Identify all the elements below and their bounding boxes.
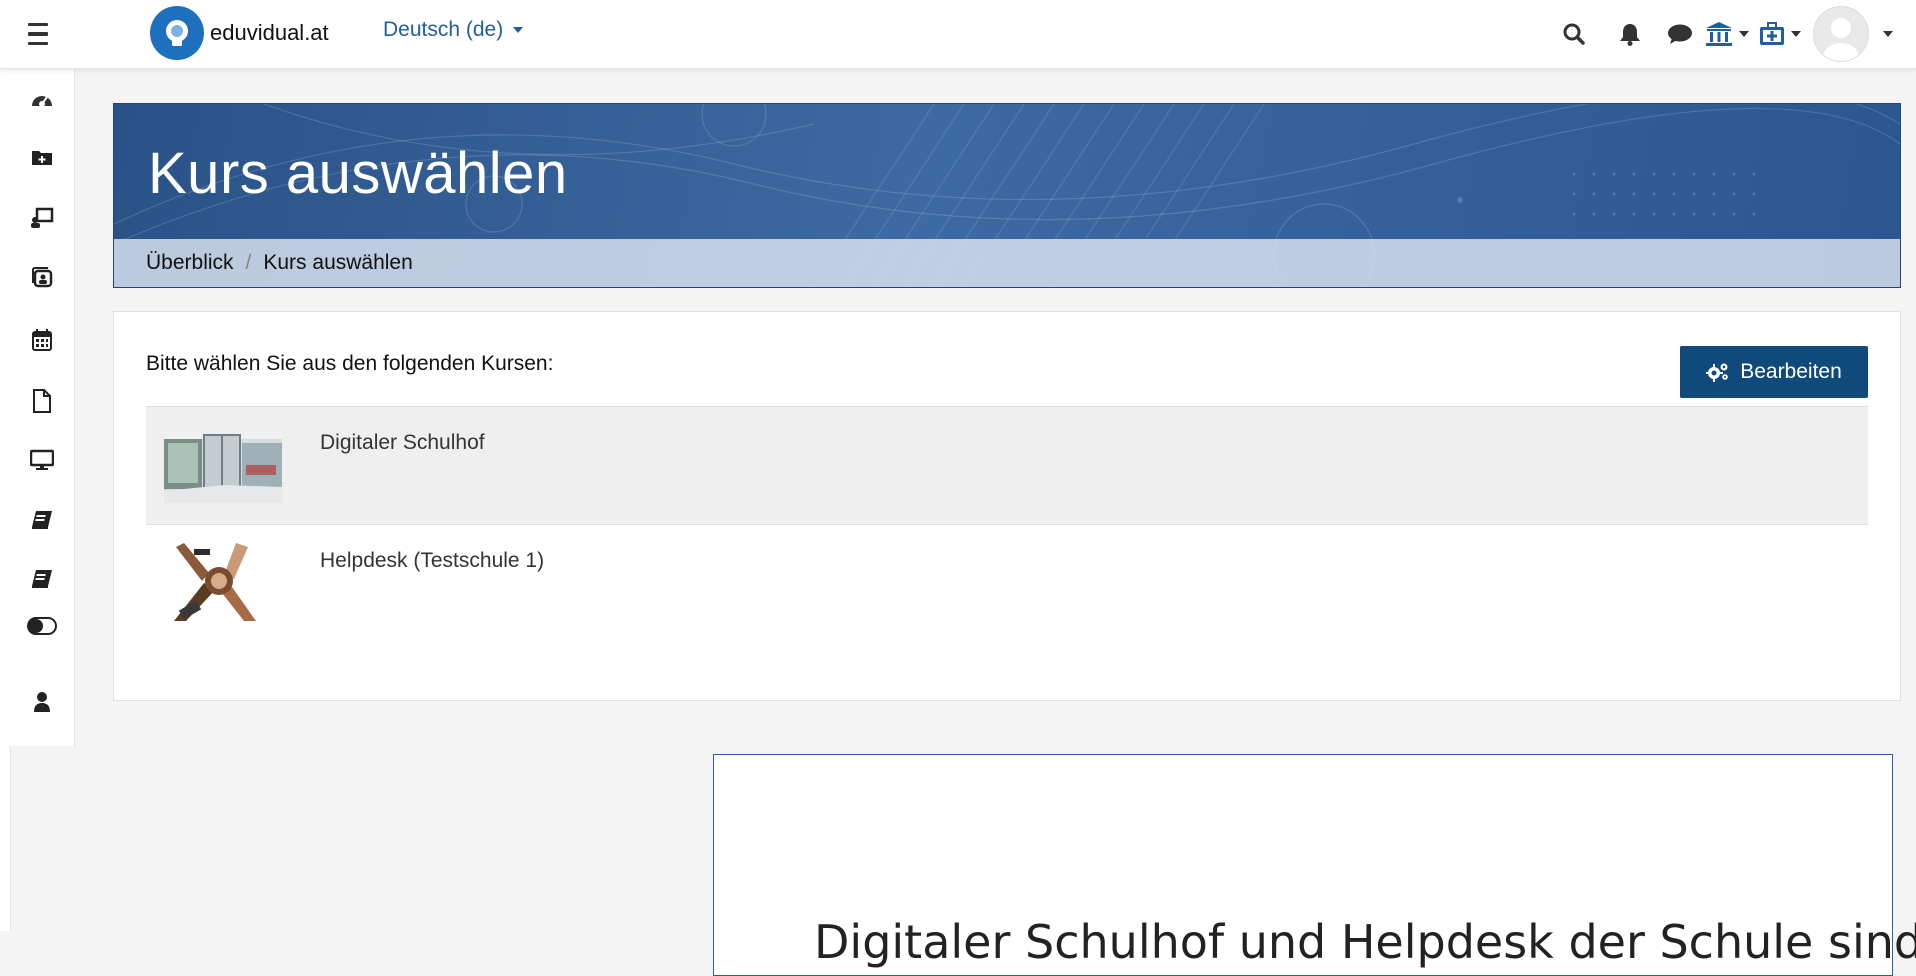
intro-text: Bitte wählen Sie aus den folgenden Kurse… [146,352,554,375]
book-icon[interactable] [26,565,58,593]
brand-name: eduvidual.at [210,20,329,45]
chevron-down-icon [513,27,524,33]
avatar [1813,6,1869,62]
course-selection-card: Bitte wählen Sie aus den folgenden Kurse… [113,311,1901,701]
desktop-icon[interactable] [26,446,58,474]
course-image [164,543,282,621]
user-icon[interactable] [26,688,58,716]
edit-button[interactable]: Bearbeiten [1680,346,1868,398]
dashboard-icon[interactable] [26,86,58,114]
book-icon[interactable] [26,506,58,534]
breadcrumb-item-current[interactable]: Kurs auswählen [263,251,412,275]
user-menu[interactable] [1808,6,1916,62]
brand-logo-link[interactable]: eduvidual.at [150,6,329,60]
folder-plus-icon[interactable] [26,143,58,171]
institution-menu[interactable] [1702,21,1752,47]
teacher-board-icon[interactable] [26,204,58,232]
institution-icon [1706,22,1732,46]
language-label: Deutsch (de) [383,18,504,41]
info-overlay-box: Digitaler Schulhof und Helpdesk der Schu… [713,754,1916,976]
bell-icon[interactable] [1602,22,1658,46]
chat-bubble-icon[interactable] [1658,23,1702,45]
chevron-down-icon [1791,31,1801,37]
menu-toggle-icon[interactable] [28,20,58,48]
course-title[interactable]: Digitaler Schulhof [320,431,485,455]
breadcrumb: Überblick / Kurs auswählen [114,239,1900,287]
chevron-down-icon [1739,31,1749,37]
first-aid-menu[interactable] [1752,22,1808,46]
first-aid-icon [1760,22,1784,45]
navbar-actions [1546,0,1916,68]
breadcrumb-separator: / [245,251,252,274]
search-icon[interactable] [1546,22,1602,46]
overlay-text: Digitaler Schulhof und Helpdesk der Schu… [814,915,1916,969]
lightbulb-icon [150,6,204,60]
language-menu[interactable]: Deutsch (de) [383,18,524,42]
left-sidebar [10,68,75,746]
calendar-icon[interactable] [26,326,58,354]
list-item[interactable]: Digitaler Schulhof [146,406,1868,525]
file-icon[interactable] [26,387,58,415]
breadcrumb-item-overview[interactable]: Überblick [146,251,234,275]
toggle-icon[interactable] [26,612,58,640]
page-title: Kurs auswählen [148,141,568,206]
list-item[interactable]: Helpdesk (Testschule 1) [146,524,1868,643]
edit-button-label: Bearbeiten [1740,360,1842,383]
top-navbar: eduvidual.at Deutsch (de) [0,0,1916,69]
page-header-banner: Kurs auswählen Überblick / Kurs auswähle… [113,103,1901,288]
webinar-icon[interactable] [26,264,58,292]
course-title[interactable]: Helpdesk (Testschule 1) [320,549,544,573]
chevron-down-icon [1883,31,1893,37]
course-image [164,425,282,503]
gears-icon [1706,363,1729,382]
